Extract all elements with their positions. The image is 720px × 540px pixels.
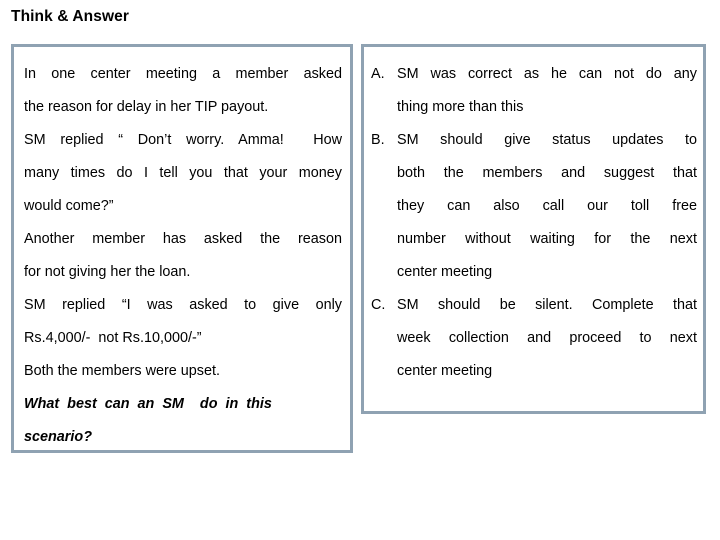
scenario-paragraph-5: Both the members were upset.	[21, 355, 344, 388]
scenario-line: Both the members were upset.	[24, 363, 220, 379]
scenario-box-content: In one center meeting a member asked the…	[14, 47, 350, 450]
answer-option-b-line: both the members and suggest that	[397, 165, 697, 181]
answer-options-content: A. SM was correct as he can not do any t…	[364, 47, 703, 411]
answer-option-a-marker: A.	[371, 66, 385, 82]
answer-option-b-line: they can also call our toll free	[397, 198, 697, 214]
answer-options-box: A. SM was correct as he can not do any t…	[361, 44, 706, 414]
scenario-line: Another member has asked the reason	[24, 231, 342, 247]
answer-option-b-line: number without waiting for the next	[397, 231, 697, 247]
answer-option-c-line: SM should be silent. Complete that	[397, 297, 697, 313]
page-title: Think & Answer	[11, 8, 129, 25]
answer-option-b-line: center meeting	[397, 264, 493, 280]
answer-option-c-line: center meeting	[397, 363, 493, 379]
answer-option-a[interactable]: A. SM was correct as he can not do any t…	[371, 58, 697, 124]
answer-option-c-line: week collection and proceed to next	[397, 330, 697, 346]
scenario-line: many times do I tell you that your money	[24, 165, 342, 181]
answer-option-b-line: SM should give status updates to	[397, 132, 697, 148]
answer-option-c-marker: C.	[371, 297, 386, 313]
scenario-line: the reason for delay in her TIP payout.	[24, 99, 269, 115]
answer-option-b[interactable]: B. SM should give status updates to both…	[371, 124, 697, 289]
answer-option-a-line: SM was correct as he can not do any	[397, 66, 697, 82]
answer-option-c[interactable]: C. SM should be silent. Complete that we…	[371, 289, 697, 388]
scenario-paragraph-4: SM replied “I was asked to give only Rs.…	[21, 289, 344, 355]
slide-canvas: Think & Answer In one center meeting a m…	[0, 0, 720, 540]
scenario-box: In one center meeting a member asked the…	[11, 44, 353, 453]
scenario-paragraph-1: In one center meeting a member asked the…	[21, 58, 344, 124]
answer-option-b-marker: B.	[371, 132, 385, 148]
scenario-line: SM replied “I was asked to give only	[24, 297, 342, 313]
scenario-question-line: scenario?	[24, 429, 92, 445]
scenario-question: What best can an SM do in this scenario?	[21, 388, 344, 450]
scenario-paragraph-3: Another member has asked the reason for …	[21, 223, 344, 289]
scenario-question-line: What best can an SM do in this	[24, 396, 272, 412]
scenario-line: In one center meeting a member asked	[24, 66, 342, 82]
scenario-line: would come?”	[24, 198, 114, 214]
answer-option-a-line: thing more than this	[397, 99, 524, 115]
scenario-line: SM replied “ Don’t worry. Amma! How	[24, 132, 342, 148]
scenario-line: Rs.4,000/- not Rs.10,000/-”	[24, 330, 202, 346]
scenario-paragraph-2: SM replied “ Don’t worry. Amma! How many…	[21, 124, 344, 223]
scenario-line: for not giving her the loan.	[24, 264, 191, 280]
